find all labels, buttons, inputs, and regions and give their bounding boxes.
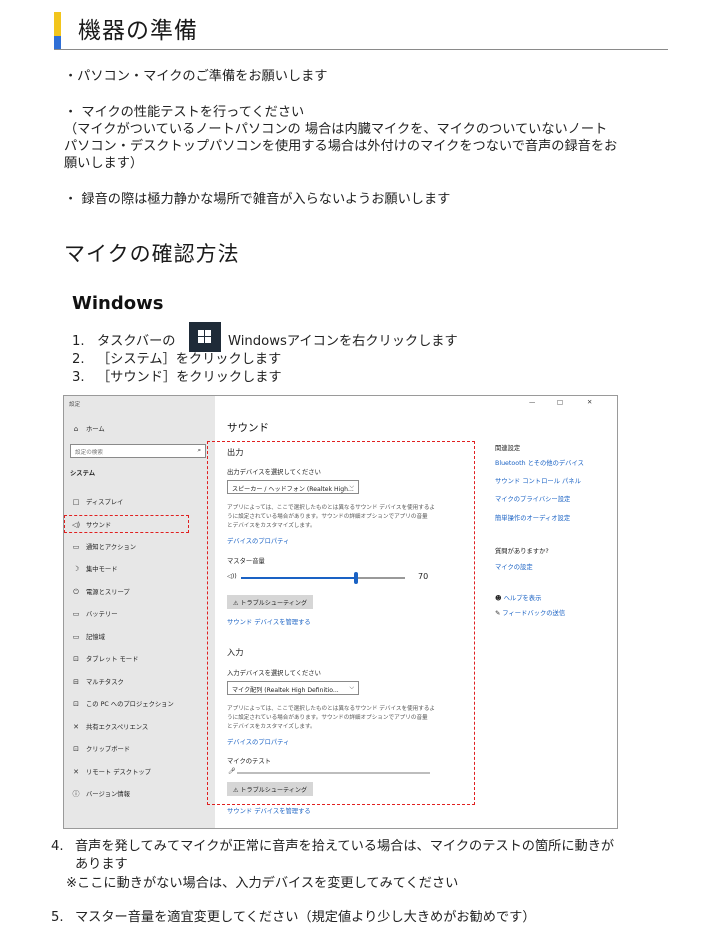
sidebar-item-label: バッテリー xyxy=(86,611,118,618)
step-4-number: 4. xyxy=(51,839,64,854)
sidebar-item-icon: ▭ xyxy=(72,633,80,641)
sidebar-item-label: 集中モード xyxy=(86,566,118,573)
sidebar-item-6[interactable]: ▭ 記憶域 xyxy=(71,632,105,641)
sidebar-item-label: ディスプレイ xyxy=(86,499,124,506)
help-icon: ☻ xyxy=(495,595,502,602)
related-settings-heading: 関連設定 xyxy=(495,445,521,452)
sidebar-item-label: バージョン情報 xyxy=(86,791,130,798)
step-3-text: ［サウンド］をクリックします xyxy=(97,370,282,385)
related-link-mic-privacy[interactable]: マイクのプライバシー設定 xyxy=(495,494,570,503)
sidebar-item-icon: ⊡ xyxy=(73,745,79,753)
step-2-text: ［システム］をクリックします xyxy=(97,352,282,367)
highlight-sidebar-sound xyxy=(64,515,189,533)
step-4-note: ※ここに動きがない場合は、入力デバイスを変更してみてください xyxy=(66,876,459,891)
section-title: マイクの確認方法 xyxy=(64,242,240,266)
close-button[interactable]: ✕ xyxy=(587,399,592,406)
header-accent-yellow xyxy=(54,12,61,36)
sidebar-item-3[interactable]: ☽ 集中モード xyxy=(71,564,118,573)
minimize-button[interactable]: — xyxy=(529,399,535,406)
intro-line-2: ・ マイクの性能テストを行ってください xyxy=(64,105,305,120)
header-accent-blue xyxy=(54,36,61,49)
feedback-link[interactable]: ✎ フィードバックの送信 xyxy=(495,608,565,617)
intro-line-3: （マイクがついているノートパソコンの 場合は内臓マイクを、マイクのついていないノ… xyxy=(64,122,608,137)
sidebar-item-4[interactable]: ⏻ 電源とスリープ xyxy=(71,587,130,597)
sidebar-item-label: リモート デスクトップ xyxy=(86,769,151,776)
sidebar-item-icon: ⓘ xyxy=(72,790,80,798)
intro-line-6: ・ 録音の際は極力静かな場所で雑音が入らないようお願いします xyxy=(64,192,451,207)
sidebar-item-icon: ▭ xyxy=(72,543,80,551)
sidebar-item-icon: ☽ xyxy=(72,565,80,573)
sidebar-item-5[interactable]: ▭ バッテリー xyxy=(71,609,118,618)
sidebar-item-10[interactable]: ✕ 共有エクスペリエンス xyxy=(71,722,148,731)
sidebar-item-icon: ⊡ xyxy=(73,655,79,663)
sidebar-item-7[interactable]: ⊡ タブレット モード xyxy=(71,654,138,663)
section-subtitle: Windows xyxy=(72,293,164,314)
sidebar-home[interactable]: ⌂ ホーム xyxy=(71,424,105,433)
step-1-pre: タスクバーの xyxy=(97,334,176,349)
sidebar-item-12[interactable]: ✕ リモート デスクトップ xyxy=(71,767,151,776)
sidebar-item-icon: ⊡ xyxy=(73,700,79,708)
home-icon: ⌂ xyxy=(73,425,79,433)
feedback-icon: ✎ xyxy=(495,610,501,617)
header-divider xyxy=(54,49,668,50)
related-link-sound-control-panel[interactable]: サウンド コントロール パネル xyxy=(495,476,581,485)
step-2-number: 2. xyxy=(72,352,85,367)
highlight-sound-panel xyxy=(207,441,475,805)
sidebar-item-label: マルチタスク xyxy=(86,679,124,686)
settings-sidebar: 設定 ⌂ ホーム 設定の検索 ⌕ システム □ ディスプレイ ◁) サウンド ▭ 通知とアク… xyxy=(64,396,215,828)
step-4-text-b: あります xyxy=(75,857,128,872)
intro-line-5: 願いします） xyxy=(64,156,144,171)
sidebar-item-icon: ⏻ xyxy=(73,588,79,596)
sidebar-item-label: 電源とスリープ xyxy=(86,589,130,596)
sidebar-item-label: この PC へのプロジェクション xyxy=(86,701,174,708)
sound-page-title: サウンド xyxy=(227,422,269,434)
search-icon: ⌕ xyxy=(197,447,201,454)
questions-heading: 質問がありますか? xyxy=(495,548,549,555)
sidebar-item-13[interactable]: ⓘ バージョン情報 xyxy=(71,789,130,799)
get-help-link[interactable]: ☻ ヘルプを表示 xyxy=(495,593,541,602)
sidebar-item-11[interactable]: ⊡ クリップボード xyxy=(71,744,130,753)
intro-line-1: ・パソコン・マイクのご準備をお願いします xyxy=(64,69,328,84)
sidebar-item-0[interactable]: □ ディスプレイ xyxy=(71,497,124,506)
sidebar-item-icon: ⊟ xyxy=(73,678,79,686)
step-1-post: Windowsアイコンを右クリックします xyxy=(228,334,458,349)
sidebar-item-9[interactable]: ⊡ この PC へのプロジェクション xyxy=(71,699,174,708)
sidebar-item-icon: ✕ xyxy=(73,768,79,776)
window-title: 設定 xyxy=(69,402,81,408)
related-link-ease-of-access-audio[interactable]: 簡単操作のオーディオ設定 xyxy=(495,513,570,522)
sidebar-item-icon: □ xyxy=(72,498,80,506)
step-3-number: 3. xyxy=(72,370,85,385)
sound-settings-screenshot: 設定 ⌂ ホーム 設定の検索 ⌕ システム □ ディスプレイ ◁) サウンド ▭ 通知とアク… xyxy=(63,395,618,829)
sidebar-item-icon: ▭ xyxy=(72,610,80,618)
input-manage-link[interactable]: サウンド デバイスを管理する xyxy=(227,806,311,815)
questions-link-mic-settings[interactable]: マイクの設定 xyxy=(495,562,533,571)
step-1-number: 1. xyxy=(72,334,85,349)
sidebar-section-system: システム xyxy=(70,470,95,477)
windows-logo-icon xyxy=(189,322,221,352)
step-4-text-a: 音声を発してみてマイクが正常に音声を拾えている場合は、マイクのテストの箇所に動き… xyxy=(75,839,615,854)
sidebar-item-2[interactable]: ▭ 通知とアクション xyxy=(71,542,136,551)
related-link-bluetooth[interactable]: Bluetooth とその他のデバイス xyxy=(495,458,584,467)
sidebar-item-label: 共有エクスペリエンス xyxy=(86,724,149,731)
sidebar-item-8[interactable]: ⊟ マルチタスク xyxy=(71,677,124,686)
sidebar-item-label: クリップボード xyxy=(86,746,131,753)
sidebar-item-label: 通知とアクション xyxy=(86,544,137,551)
page-title: 機器の準備 xyxy=(78,18,198,44)
settings-search-input[interactable]: 設定の検索 ⌕ xyxy=(70,444,206,458)
sidebar-item-icon: ✕ xyxy=(73,723,79,731)
maximize-button[interactable]: □ xyxy=(557,399,563,406)
sidebar-item-label: 記憶域 xyxy=(86,634,105,641)
settings-main: — □ ✕ サウンド 出力 出力デバイスを選択してください スピーカー / ヘッ… xyxy=(207,396,617,828)
sidebar-item-label: タブレット モード xyxy=(86,656,139,663)
step-5-text: マスター音量を適宜変更してください（規定値より少し大きめがお勧めです） xyxy=(75,910,536,925)
step-5-number: 5. xyxy=(51,910,64,925)
intro-line-4: パソコン・デスクトップパソコンを使用する場合は外付けのマイクをつないで音声の録音… xyxy=(64,139,618,154)
